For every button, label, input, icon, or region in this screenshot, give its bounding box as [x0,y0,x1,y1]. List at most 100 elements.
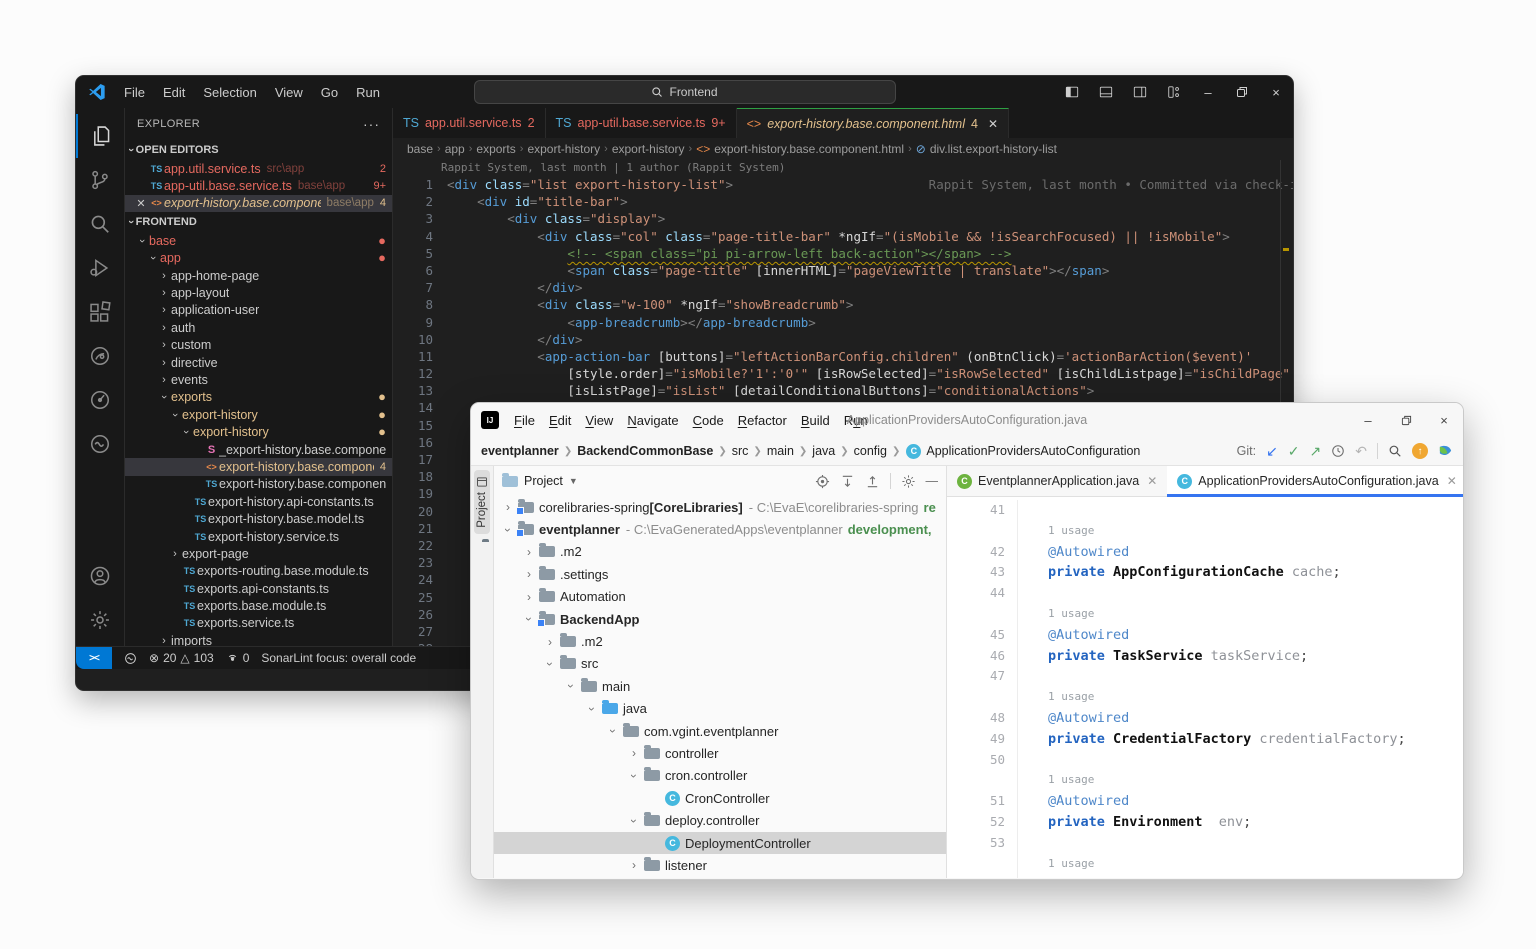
close-icon[interactable]: ✕ [133,197,149,210]
breadcrumb-item[interactable]: base [407,142,433,156]
locate-file-icon[interactable] [815,474,830,489]
sonarlint-status-icon[interactable] [124,652,137,665]
editor-tab[interactable]: CEventplannerApplication.java✕ [947,466,1167,496]
close-icon[interactable]: ✕ [988,117,998,131]
layout-secondary-sidebar-icon[interactable] [1123,76,1157,108]
restore-button[interactable] [1225,76,1259,108]
git-commit-icon[interactable]: ✓ [1288,444,1300,458]
tree-item[interactable]: ›auth [125,319,392,336]
tree-item[interactable]: TSexport-history.api-constants.ts [125,493,392,510]
update-notification-icon[interactable]: ↑ [1412,443,1428,459]
open-editors-section[interactable]: › OPEN EDITORS [125,140,392,160]
tree-item[interactable]: ›exports● [125,389,392,406]
open-editor-item[interactable]: TSapp.util.service.tssrc\app2 [125,160,392,177]
git-update-icon[interactable]: ↙ [1266,444,1278,458]
account-icon[interactable] [77,554,123,598]
breadcrumb-symbol[interactable]: div.list.export-history-list [930,142,1057,156]
sonarlint-focus-status[interactable]: SonarLint focus: overall code [261,651,416,665]
editor-tab[interactable]: <>export-history.base.component.html4✕ [737,108,1009,138]
explorer-more-actions[interactable]: ··· [363,116,380,132]
menu-edit[interactable]: Edit [542,410,578,431]
project-tree-item[interactable]: ›.m2 [494,630,946,652]
menu-selection[interactable]: Selection [195,82,264,103]
project-tree-item[interactable]: ›.settings [494,563,946,585]
close-button[interactable]: × [1425,403,1463,437]
plugin-icon[interactable] [1438,444,1453,459]
menu-code[interactable]: Code [686,410,731,431]
tree-item[interactable]: TSexport-history.service.ts [125,528,392,545]
tree-item[interactable]: ›export-history● [125,406,392,423]
settings-gear-icon[interactable] [77,598,123,642]
project-tree-item[interactable]: ›com.vgint.eventplanner [494,720,946,742]
source-control-icon[interactable] [77,158,123,202]
expand-all-icon[interactable] [840,474,855,489]
live-share-icon[interactable] [77,334,123,378]
layout-panel-icon[interactable] [1089,76,1123,108]
tree-item[interactable]: ›events [125,371,392,388]
minimize-button[interactable]: – [1191,76,1225,108]
editor-tab[interactable]: TSapp-util.base.service.ts9+ [546,108,737,138]
sonarlint-icon[interactable] [77,422,123,466]
project-tree-item[interactable]: ›controller [494,742,946,764]
breadcrumb-item[interactable]: app [445,142,465,156]
explorer-icon[interactable] [76,114,124,158]
breadcrumb-item[interactable]: ApplicationProvidersAutoConfiguration [926,444,1140,458]
tree-item[interactable]: ›imports [125,632,392,646]
breadcrumb-item[interactable]: src [732,444,749,458]
project-tool-window-tab[interactable]: Project [474,470,490,534]
open-editor-item[interactable]: ✕<>export-history.base.component.htmlbas… [125,195,392,212]
tree-item[interactable]: TSexport-history.base.model.ts [125,510,392,527]
search-everywhere-icon[interactable] [1388,444,1402,458]
project-tree-item[interactable]: ›cron.controller [494,765,946,787]
tree-item[interactable]: ›custom [125,337,392,354]
tree-item[interactable]: ›app-layout [125,284,392,301]
tree-item[interactable]: TSexports.service.ts [125,615,392,632]
java-code-editor[interactable]: 4142434445464748495051525354 1 usage@Aut… [947,497,1463,878]
project-tree-item[interactable]: ›main [494,675,946,697]
breadcrumb-file[interactable]: export-history.base.component.html [714,142,904,156]
git-push-icon[interactable]: ↗ [1310,444,1322,458]
project-tree-item[interactable]: ›.m2 [494,541,946,563]
tree-item[interactable]: ›export-history● [125,423,392,440]
project-tree-item[interactable]: ›src [494,653,946,675]
breadcrumb-item[interactable]: export-history [612,142,685,156]
settings-gear-icon[interactable] [901,474,916,489]
menu-refactor[interactable]: Refactor [731,410,794,431]
hide-tool-window-icon[interactable]: — [926,474,939,488]
collapse-all-icon[interactable] [865,474,880,489]
ports-indicator[interactable]: 0 [226,651,250,665]
menu-edit[interactable]: Edit [155,82,193,103]
close-icon[interactable]: ✕ [1447,474,1457,488]
menu-view[interactable]: View [267,82,311,103]
tree-item[interactable]: ›export-page [125,545,392,562]
minimize-button[interactable]: – [1349,403,1387,437]
menu-file[interactable]: File [116,82,153,103]
tree-item[interactable]: ›directive [125,354,392,371]
menu-view[interactable]: View [578,410,620,431]
tree-item[interactable]: ›base● [125,232,392,249]
breadcrumb-item[interactable]: eventplanner [481,444,559,458]
tree-item[interactable]: TSexports.base.module.ts [125,597,392,614]
project-view-selector[interactable]: Project [524,474,563,488]
vscode-search-box[interactable]: Frontend [474,80,896,104]
editor-tab[interactable]: CApplicationProvidersAutoConfiguration.j… [1167,466,1463,496]
breadcrumb-item[interactable]: main [767,444,794,458]
close-button[interactable]: × [1259,76,1293,108]
editor-tab[interactable]: TSapp.util.service.ts2 [393,108,546,138]
menu-go[interactable]: Go [313,82,346,103]
test-explorer-icon[interactable] [77,378,123,422]
tree-item[interactable]: ›app-home-page [125,267,392,284]
breadcrumb-item[interactable]: BackendCommonBase [577,444,713,458]
project-tree-item[interactable]: CDeploymentController [494,832,946,854]
breadcrumb-item[interactable]: export-history [527,142,600,156]
breadcrumb-item[interactable]: config [854,444,887,458]
project-tree-item[interactable]: ›eventplanner - C:\EvaGeneratedApps\even… [494,518,946,540]
menu-build[interactable]: Build [794,410,837,431]
history-clock-icon[interactable] [1331,444,1345,458]
problems-indicator[interactable]: ⊗20 △103 [149,651,214,665]
close-icon[interactable]: ✕ [1147,474,1157,488]
search-icon[interactable] [77,202,123,246]
run-debug-icon[interactable] [77,246,123,290]
restore-button[interactable] [1387,403,1425,437]
tree-item[interactable]: TSexport-history.base.component [125,476,392,493]
